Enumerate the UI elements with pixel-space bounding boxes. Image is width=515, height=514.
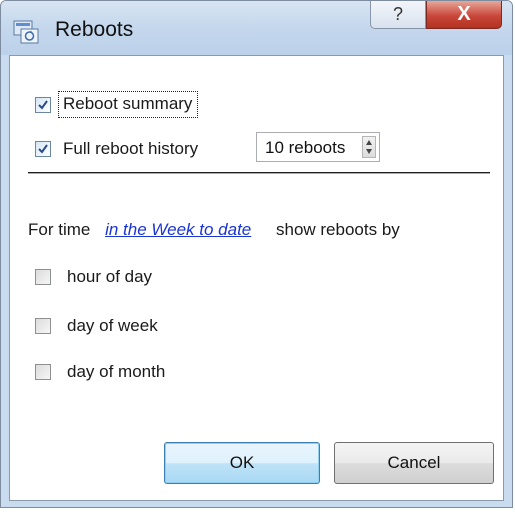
checkmark-icon [38, 99, 48, 110]
arrow-down-icon[interactable] [366, 149, 372, 154]
reboot-summary-checkbox[interactable] [35, 96, 51, 113]
ok-button[interactable]: OK [164, 442, 320, 484]
title-bar[interactable]: Reboots ? X [1, 1, 512, 55]
full-history-checkbox[interactable] [35, 141, 51, 157]
arrow-up-icon[interactable] [366, 140, 372, 145]
close-icon: X [457, 3, 471, 25]
day-of-month-row: day of month [35, 362, 165, 382]
time-range-link[interactable]: in the Week to date [105, 220, 251, 239]
full-history-label[interactable]: Full reboot history [63, 139, 198, 159]
history-count-spinner[interactable]: 10 reboots [256, 132, 380, 162]
day-of-week-label[interactable]: day of week [67, 316, 158, 336]
time-filter-row: For time in the Week to date show reboot… [28, 220, 400, 240]
day-of-month-checkbox[interactable] [35, 364, 51, 380]
hour-of-day-label[interactable]: hour of day [67, 267, 152, 287]
divider [28, 172, 490, 173]
help-icon: ? [392, 4, 403, 24]
spinner-buttons[interactable] [362, 136, 376, 158]
hour-of-day-row: hour of day [35, 267, 152, 287]
cancel-button[interactable]: Cancel [334, 442, 494, 484]
help-button[interactable]: ? [370, 1, 426, 29]
window-title: Reboots [55, 18, 134, 41]
close-button[interactable]: X [426, 1, 502, 29]
app-icon [13, 20, 39, 44]
day-of-week-row: day of week [35, 316, 158, 336]
checkmark-icon [38, 144, 48, 154]
reboots-dialog: Reboots ? X Reboot summary Full reboot h… [0, 0, 513, 508]
time-filter-prefix: For time [28, 220, 91, 239]
day-of-week-checkbox[interactable] [35, 318, 51, 334]
history-count-value[interactable]: 10 reboots [265, 138, 345, 158]
reboot-summary-row: Reboot summary [35, 91, 199, 118]
hour-of-day-checkbox[interactable] [35, 269, 51, 285]
time-filter-suffix: show reboots by [275, 220, 400, 239]
full-history-row: Full reboot history [35, 139, 198, 159]
reboot-summary-label[interactable]: Reboot summary [58, 91, 199, 118]
day-of-month-label[interactable]: day of month [67, 362, 165, 382]
dialog-body: Reboot summary Full reboot history 10 re… [9, 55, 504, 501]
